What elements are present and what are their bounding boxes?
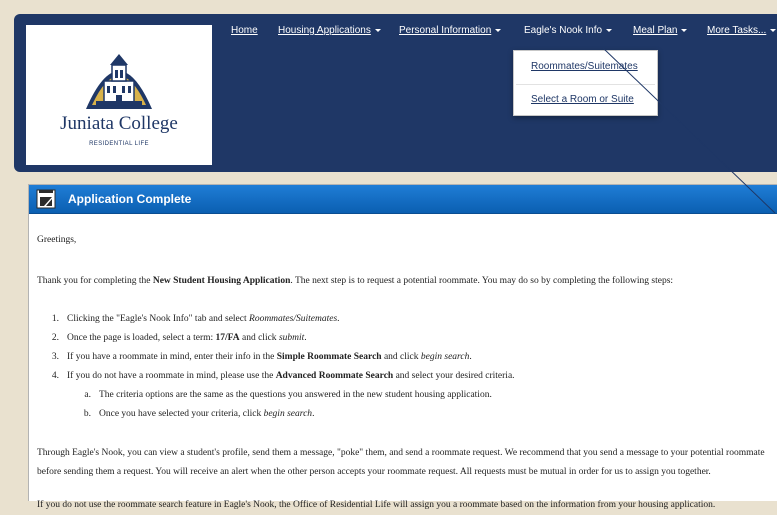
nav-housing-applications[interactable]: Housing Applications xyxy=(278,25,381,36)
nav-more-tasks[interactable]: More Tasks... xyxy=(707,25,777,36)
list-item: 2. Once the page is loaded, select a term… xyxy=(51,333,307,343)
menu-item-select-room[interactable]: Select a Room or Suite xyxy=(531,94,634,105)
panel-header: Application Complete xyxy=(29,185,777,214)
list-item: a. The criteria options are the same as t… xyxy=(84,390,492,400)
logo[interactable]: Juniata College RESIDENTIAL LIFE xyxy=(26,25,212,165)
chevron-down-icon xyxy=(681,28,688,32)
college-building-icon xyxy=(86,54,152,109)
application-complete-panel: Application Complete Greetings, Thank yo… xyxy=(28,184,777,510)
nav-personal-information[interactable]: Personal Information xyxy=(399,25,502,36)
list-item: 3. If you have a roommate in mind, enter … xyxy=(51,352,472,362)
panel-title: Application Complete xyxy=(68,192,192,206)
eagles-nook-paragraph: Through Eagle's Nook, you can view a stu… xyxy=(37,448,765,477)
intro-paragraph: Thank you for completing the New Student… xyxy=(37,276,674,286)
menu-divider xyxy=(516,84,655,85)
list-item: 1. Clicking the "Eagle's Nook Info" tab a… xyxy=(51,314,340,324)
main-nav: Home Housing Applications Personal Infor… xyxy=(0,25,777,41)
nav-eagles-nook-info[interactable]: Eagle's Nook Info xyxy=(524,25,613,36)
list-item: 4. If you do not have a roommate in mind,… xyxy=(51,371,515,381)
chevron-down-icon xyxy=(495,28,502,32)
nav-home[interactable]: Home xyxy=(231,25,258,36)
assignment-paragraph: If you do not use the roommate search fe… xyxy=(37,500,716,510)
chevron-down-icon xyxy=(374,28,381,32)
chevron-down-icon xyxy=(606,28,613,32)
greeting: Greetings, xyxy=(37,235,77,245)
menu-item-roommates-suitemates[interactable]: Roommates/Suitemates xyxy=(531,61,638,72)
eagles-nook-dropdown: Roommates/Suitemates Select a Room or Su… xyxy=(513,50,658,116)
chevron-down-icon xyxy=(770,28,777,32)
notepad-icon xyxy=(36,189,56,209)
college-name: Juniata College xyxy=(60,113,178,134)
list-item: b. Once you have selected your criteria, … xyxy=(83,409,315,419)
nav-meal-plan[interactable]: Meal Plan xyxy=(633,25,688,36)
college-subtitle: RESIDENTIAL LIFE xyxy=(89,141,149,147)
